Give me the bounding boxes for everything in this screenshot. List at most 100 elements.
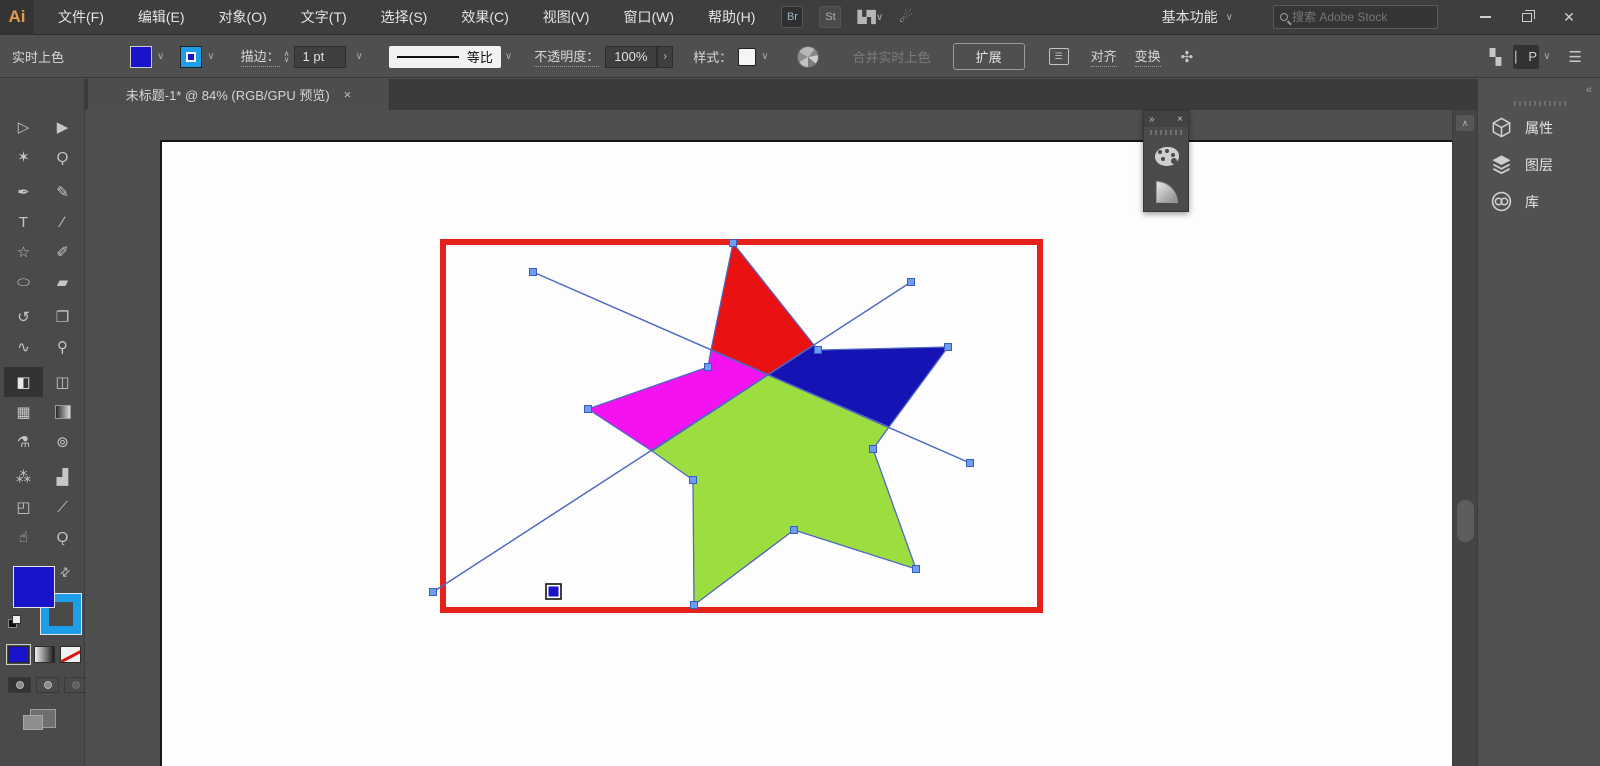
color-guide-button[interactable] — [1144, 138, 1190, 174]
artboard-tool[interactable]: ◰ — [4, 492, 43, 522]
selection-tool[interactable]: ▷ — [4, 112, 43, 142]
stock-search-box[interactable] — [1273, 5, 1438, 29]
blend-tool[interactable]: ⊚ — [43, 427, 82, 457]
panel-grip[interactable] — [1150, 130, 1182, 135]
share-icon[interactable]: ☄ — [899, 8, 912, 26]
anchor-point-6[interactable] — [945, 344, 952, 351]
gradient-tool[interactable] — [43, 397, 82, 427]
width-tool[interactable]: ∿ — [4, 332, 43, 362]
stroke-weight-label[interactable]: 描边： — [241, 46, 280, 67]
eyedropper-tool[interactable]: ⚗ — [4, 427, 43, 457]
dock-collapse-icon[interactable]: « — [1586, 84, 1592, 96]
draw-behind-button[interactable] — [36, 677, 59, 693]
opacity-label[interactable]: 不透明度： — [534, 46, 599, 67]
vertical-scrollbar[interactable]: ∧ — [1452, 110, 1477, 766]
stroke-weight-dropdown-icon[interactable]: ∨ — [356, 51, 363, 62]
column-graph-tool[interactable]: ▟ — [43, 462, 82, 492]
workspace-switcher[interactable]: 基本功能 ∨ — [1162, 7, 1233, 27]
anchor-point-1[interactable] — [908, 279, 915, 286]
profile-dropdown-icon[interactable]: ∨ — [505, 51, 512, 62]
screen-mode-button[interactable] — [30, 709, 56, 728]
gradient-mode-button[interactable] — [34, 646, 55, 663]
bridge-icon[interactable]: Br — [781, 6, 803, 28]
live-paint-bucket-tool[interactable]: ◧ — [4, 367, 43, 397]
arrange-dropdown-icon[interactable]: ∨ — [1543, 51, 1550, 62]
anchor-point-12[interactable] — [585, 406, 592, 413]
anchor-point-10[interactable] — [691, 602, 698, 609]
scroll-up-button[interactable]: ∧ — [1456, 115, 1474, 131]
scrollbar-thumb[interactable] — [1457, 500, 1474, 542]
document-tab[interactable]: 未标题-1* @ 84% (RGB/GPU 预览) × — [88, 79, 390, 110]
workspace-grid-icon[interactable]: ▚ — [1490, 48, 1502, 66]
pattern-options-button[interactable] — [1144, 174, 1190, 210]
artwork-layer[interactable] — [86, 110, 1452, 766]
recolor-artwork-icon[interactable] — [797, 46, 819, 68]
pen-tool[interactable]: ✒ — [4, 177, 43, 207]
chevron-down-icon[interactable]: ∨ — [876, 12, 883, 23]
stroke-weight-value[interactable]: 1 pt — [294, 46, 346, 68]
anchor-point-2[interactable] — [967, 460, 974, 467]
panel-close-icon[interactable]: × — [1177, 114, 1183, 125]
fill-dropdown-icon[interactable]: ∨ — [157, 51, 164, 62]
close-button[interactable]: ✕ — [1552, 5, 1586, 29]
expand-button[interactable]: 扩展 — [953, 43, 1025, 70]
anchor-point-5[interactable] — [815, 347, 822, 354]
variable-width-profile[interactable]: 等比 — [389, 46, 501, 68]
eraser-tool[interactable]: ▰ — [43, 267, 82, 297]
anchor-point-7[interactable] — [870, 446, 877, 453]
stroke-weight-stepper[interactable]: ∧∨ — [284, 51, 290, 63]
anchor-point-4[interactable] — [730, 240, 737, 247]
fill-color-proxy[interactable] — [13, 566, 55, 608]
stock-icon[interactable]: St — [819, 6, 841, 28]
color-mode-button[interactable] — [8, 646, 29, 663]
anchor-point-13[interactable] — [705, 364, 712, 371]
restore-button[interactable] — [1510, 5, 1544, 29]
isolate-selection-icon[interactable]: ✣ — [1181, 48, 1194, 66]
line-segment-tool[interactable]: ∕ — [43, 207, 82, 237]
tab-close-icon[interactable]: × — [344, 87, 352, 102]
anchor-point-0[interactable] — [530, 269, 537, 276]
menu-item-0[interactable]: 文件(F) — [58, 7, 104, 27]
menu-item-8[interactable]: 帮助(H) — [708, 7, 755, 27]
menu-item-4[interactable]: 选择(S) — [381, 7, 428, 27]
draw-inside-button[interactable] — [64, 677, 87, 693]
style-swatch[interactable] — [738, 48, 756, 66]
layers-panel-options-icon[interactable]: ☰ — [1049, 48, 1069, 65]
stroke-dropdown-icon[interactable]: ∨ — [207, 51, 214, 62]
draw-normal-button[interactable] — [8, 677, 31, 693]
canvas-area[interactable] — [86, 110, 1452, 766]
anchor-point-9[interactable] — [791, 527, 798, 534]
dock-grip[interactable] — [1514, 101, 1566, 106]
stroke-color-swatch[interactable] — [180, 46, 202, 68]
opacity-value[interactable]: 100% — [605, 46, 657, 68]
mesh-tool[interactable]: ▦ — [4, 397, 43, 427]
direct-selection-tool[interactable]: ▶ — [43, 112, 82, 142]
default-fill-stroke-icon[interactable] — [8, 615, 22, 629]
fill-color-swatch[interactable] — [130, 46, 152, 68]
type-tool[interactable]: T — [4, 207, 43, 237]
dock-item-库[interactable]: 库 — [1478, 183, 1600, 220]
star-tool[interactable]: ☆ — [4, 237, 43, 267]
stepper-down-icon[interactable]: ∨ — [284, 57, 290, 63]
menu-item-2[interactable]: 对象(O) — [219, 7, 267, 27]
menu-item-1[interactable]: 编辑(E) — [138, 7, 185, 27]
menu-item-3[interactable]: 文字(T) — [301, 7, 347, 27]
anchor-point-8[interactable] — [913, 566, 920, 573]
dock-item-属性[interactable]: 属性 — [1478, 109, 1600, 146]
swap-fill-stroke-icon[interactable]: ⇄ — [57, 563, 74, 580]
arrange-documents-icon[interactable]: ▙▜ — [857, 10, 875, 24]
magic-wand-tool[interactable]: ✶ — [4, 142, 43, 172]
align-link[interactable]: 对齐 — [1091, 46, 1117, 67]
puppet-warp-tool[interactable]: ⚲ — [43, 332, 82, 362]
menu-item-6[interactable]: 视图(V) — [543, 7, 590, 27]
rotate-tool[interactable]: ↺ — [4, 302, 43, 332]
scale-tool[interactable]: ❐ — [43, 302, 82, 332]
menu-item-7[interactable]: 窗口(W) — [623, 7, 674, 27]
opacity-more-button[interactable]: › — [657, 46, 673, 68]
hand-tool[interactable]: ☝ — [4, 522, 43, 552]
anchor-point-3[interactable] — [430, 589, 437, 596]
anchor-point-11[interactable] — [690, 477, 697, 484]
style-dropdown-icon[interactable]: ∨ — [761, 51, 768, 62]
transform-link[interactable]: 变换 — [1135, 46, 1161, 67]
panel-expand-icon[interactable]: » — [1149, 114, 1155, 125]
